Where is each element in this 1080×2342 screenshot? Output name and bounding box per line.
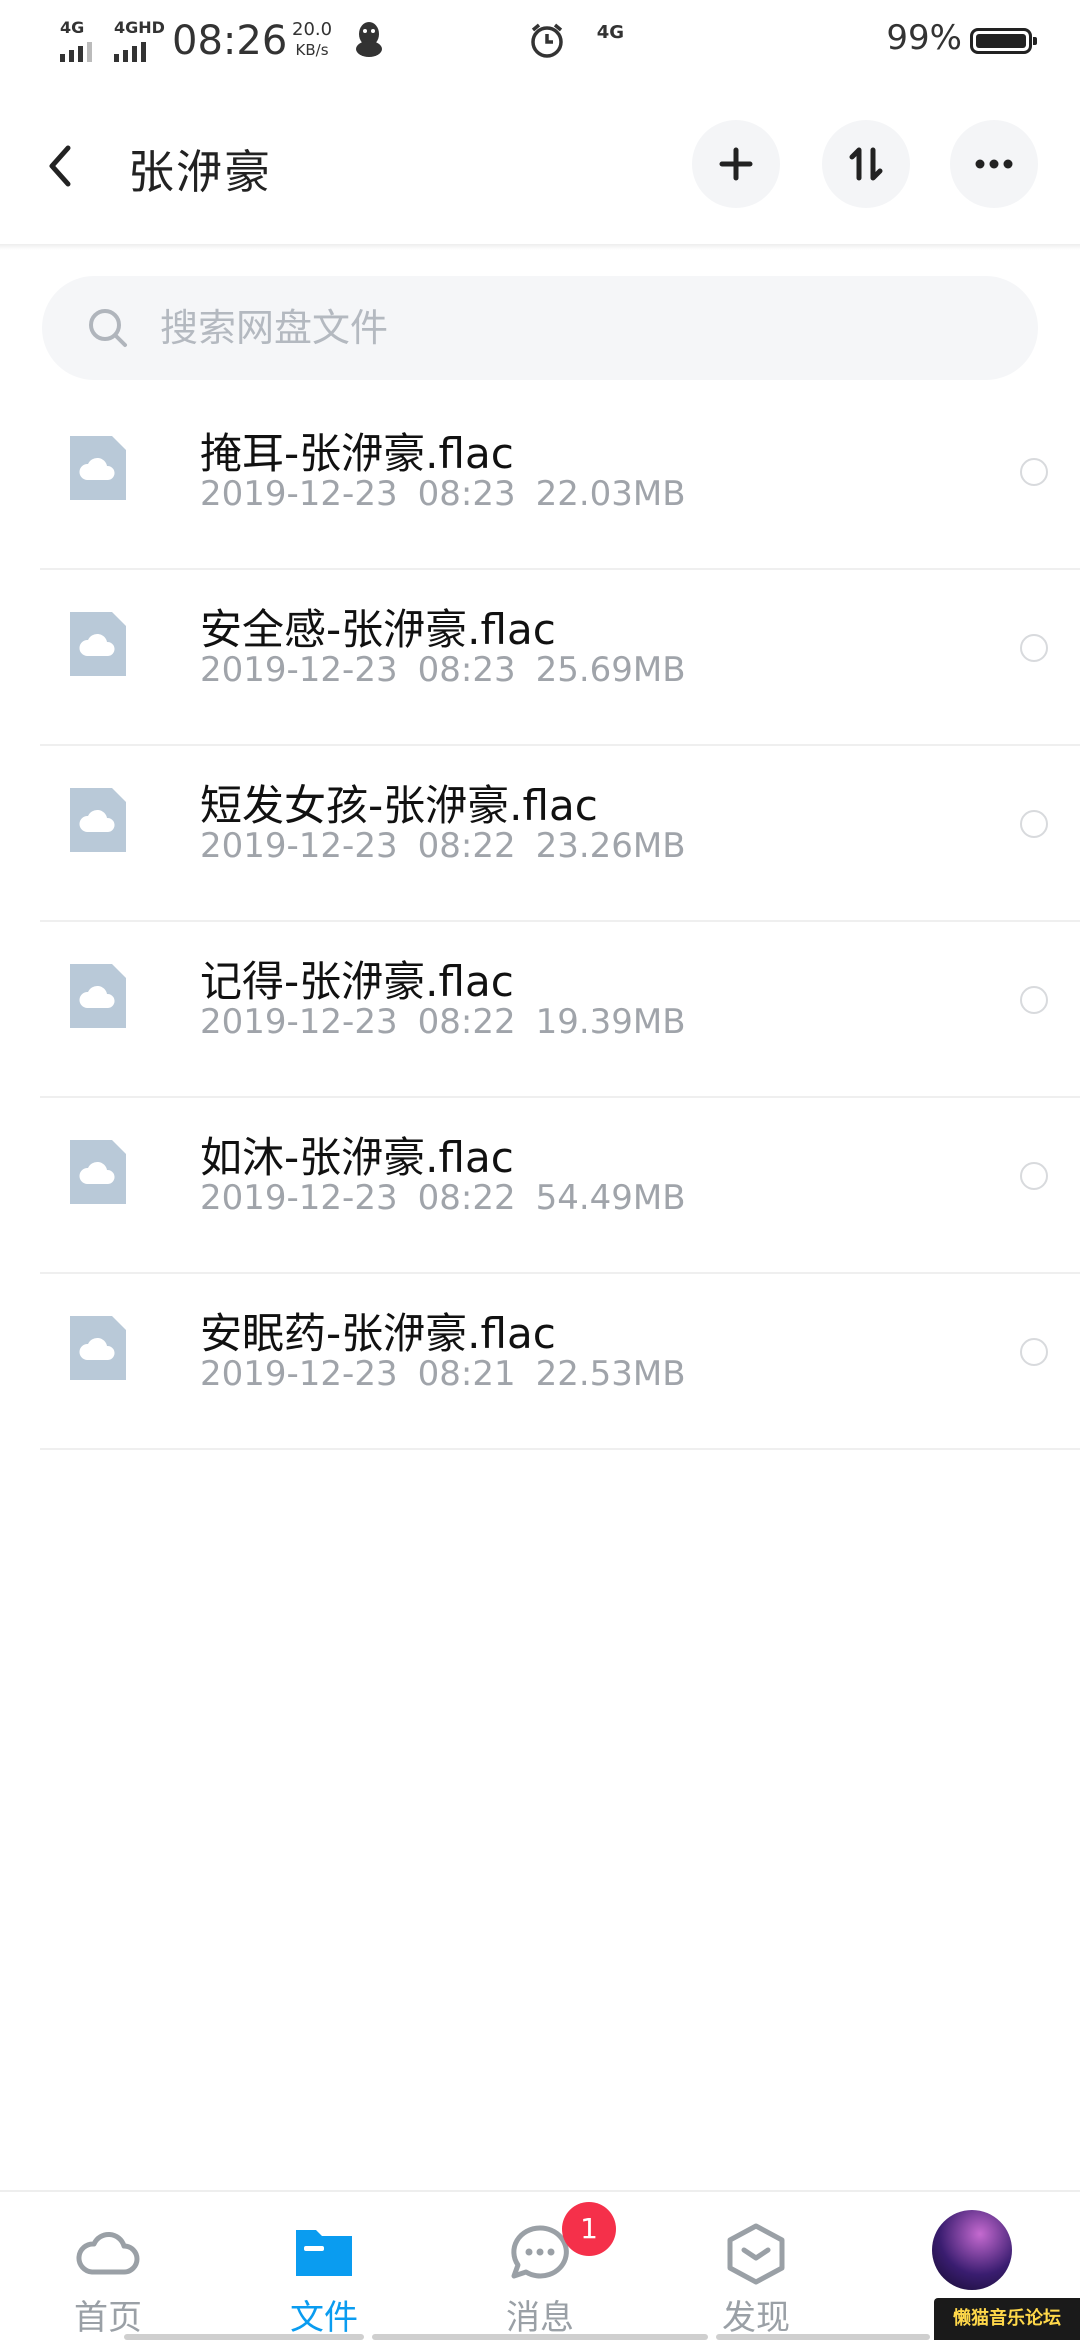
file-name: 短发女孩-张洢豪.flac xyxy=(200,781,598,830)
search-icon xyxy=(89,309,127,347)
file-meta: 2019-12-23 08:23 25.69MB xyxy=(200,650,706,690)
add-button[interactable] xyxy=(692,120,780,208)
file-row[interactable]: 短发女孩-张洢豪.flac 2019-12-23 08:22 23.26MB xyxy=(40,746,1080,922)
file-row[interactable]: 安全感-张洢豪.flac 2019-12-23 08:23 25.69MB xyxy=(40,570,1080,746)
file-size: 54.49MB xyxy=(535,1178,686,1218)
battery-icon xyxy=(970,28,1037,54)
plus-icon xyxy=(719,147,753,181)
qq-icon xyxy=(354,20,384,62)
file-size: 25.69MB xyxy=(535,650,686,690)
file-date: 2019-12-23 xyxy=(200,474,398,514)
file-name: 掩耳-张洢豪.flac xyxy=(200,429,514,478)
home-indicator xyxy=(716,2334,930,2340)
sort-button[interactable] xyxy=(822,120,910,208)
select-radio[interactable] xyxy=(1020,458,1048,486)
file-name: 安眠药-张洢豪.flac xyxy=(200,1309,556,1358)
net-speed: 20.0 KB/s xyxy=(292,20,332,60)
signal-bars-icon xyxy=(114,42,174,62)
cloud-icon xyxy=(76,2232,140,2275)
file-time: 08:23 xyxy=(417,474,516,514)
page-title: 张洢豪 xyxy=(128,145,272,199)
file-date: 2019-12-23 xyxy=(200,1354,398,1394)
battery-percent: 99% xyxy=(886,18,962,58)
file-name: 记得-张洢豪.flac xyxy=(200,957,514,1006)
select-radio[interactable] xyxy=(1020,634,1048,662)
file-list: 掩耳-张洢豪.flac 2019-12-23 08:23 22.03MB 安全感-张… xyxy=(40,394,1080,1450)
home-indicator xyxy=(372,2334,708,2340)
file-time: 08:22 xyxy=(417,1002,516,1042)
header: 张洢豪 xyxy=(0,84,1080,244)
file-name: 安全感-张洢豪.flac xyxy=(200,605,556,654)
select-radio[interactable] xyxy=(1020,1338,1048,1366)
select-radio[interactable] xyxy=(1020,810,1048,838)
nav-messages-label: 消息 xyxy=(506,2298,574,2338)
file-cloud-icon xyxy=(70,436,126,500)
avatar[interactable] xyxy=(932,2210,1012,2290)
file-row[interactable]: 记得-张洢豪.flac 2019-12-23 08:22 19.39MB xyxy=(40,922,1080,1098)
nav-home-label: 首页 xyxy=(74,2298,142,2338)
file-row[interactable]: 掩耳-张洢豪.flac 2019-12-23 08:23 22.03MB xyxy=(40,394,1080,570)
message-badge: 1 xyxy=(562,2202,616,2256)
network-type: 4G xyxy=(596,22,624,43)
file-date: 2019-12-23 xyxy=(200,826,398,866)
clock: 08:26 xyxy=(172,18,288,64)
file-name: 如沐-张洢豪.flac xyxy=(200,1133,514,1182)
file-meta: 2019-12-23 08:23 22.03MB xyxy=(200,474,706,514)
signal-1-label: 4G xyxy=(60,18,85,37)
signal-2-label: 4GHD xyxy=(114,18,165,37)
nav-discover-label: 发现 xyxy=(722,2298,790,2338)
file-cloud-icon xyxy=(70,1316,126,1380)
header-divider xyxy=(0,244,1080,250)
select-radio[interactable] xyxy=(1020,986,1048,1014)
file-time: 08:22 xyxy=(417,1178,516,1218)
signal-bars-icon xyxy=(60,42,120,62)
search-bar[interactable] xyxy=(42,276,1038,380)
file-meta: 2019-12-23 08:21 22.53MB xyxy=(200,1354,706,1394)
home-indicator xyxy=(124,2334,364,2340)
net-speed-value: 20.0 xyxy=(292,19,333,40)
file-row[interactable]: 安眠药-张洢豪.flac 2019-12-23 08:21 22.53MB xyxy=(40,1274,1080,1450)
file-cloud-icon xyxy=(70,612,126,676)
discover-icon xyxy=(727,2223,785,2285)
file-date: 2019-12-23 xyxy=(200,650,398,690)
file-meta: 2019-12-23 08:22 19.39MB xyxy=(200,1002,706,1042)
file-row[interactable]: 如沐-张洢豪.flac 2019-12-23 08:22 54.49MB xyxy=(40,1098,1080,1274)
chevron-left-icon xyxy=(49,145,71,187)
file-meta: 2019-12-23 08:22 54.49MB xyxy=(200,1178,706,1218)
search-input[interactable] xyxy=(160,276,980,380)
file-date: 2019-12-23 xyxy=(200,1002,398,1042)
file-time: 08:23 xyxy=(417,650,516,690)
nav-files[interactable]: 文件 xyxy=(216,2192,432,2342)
alarm-icon xyxy=(528,22,566,64)
file-cloud-icon xyxy=(70,788,126,852)
file-size: 22.03MB xyxy=(535,474,686,514)
bottom-nav: 首页 文件 1 消息 发现 xyxy=(0,2190,1080,2342)
file-date: 2019-12-23 xyxy=(200,1178,398,1218)
file-cloud-icon xyxy=(70,1140,126,1204)
more-icon xyxy=(975,159,1013,169)
file-time: 08:22 xyxy=(417,826,516,866)
status-bar: 4G 4GHD 08:26 20.0 KB/s 4G 99% xyxy=(0,0,1080,84)
file-cloud-icon xyxy=(70,964,126,1028)
file-meta: 2019-12-23 08:22 23.26MB xyxy=(200,826,706,866)
sort-icon xyxy=(849,147,883,181)
file-size: 22.53MB xyxy=(535,1354,686,1394)
back-button[interactable] xyxy=(40,136,100,196)
more-button[interactable] xyxy=(950,120,1038,208)
select-radio[interactable] xyxy=(1020,1162,1048,1190)
nav-messages[interactable]: 1 消息 xyxy=(432,2192,648,2342)
nav-home[interactable]: 首页 xyxy=(0,2192,216,2342)
folder-icon xyxy=(296,2230,352,2276)
nav-files-label: 文件 xyxy=(290,2298,358,2338)
file-size: 23.26MB xyxy=(535,826,686,866)
file-size: 19.39MB xyxy=(535,1002,686,1042)
net-speed-unit: KB/s xyxy=(295,41,329,59)
nav-discover[interactable]: 发现 xyxy=(648,2192,864,2342)
watermark: 懒猫音乐论坛 xyxy=(934,2298,1080,2340)
file-time: 08:21 xyxy=(417,1354,516,1394)
